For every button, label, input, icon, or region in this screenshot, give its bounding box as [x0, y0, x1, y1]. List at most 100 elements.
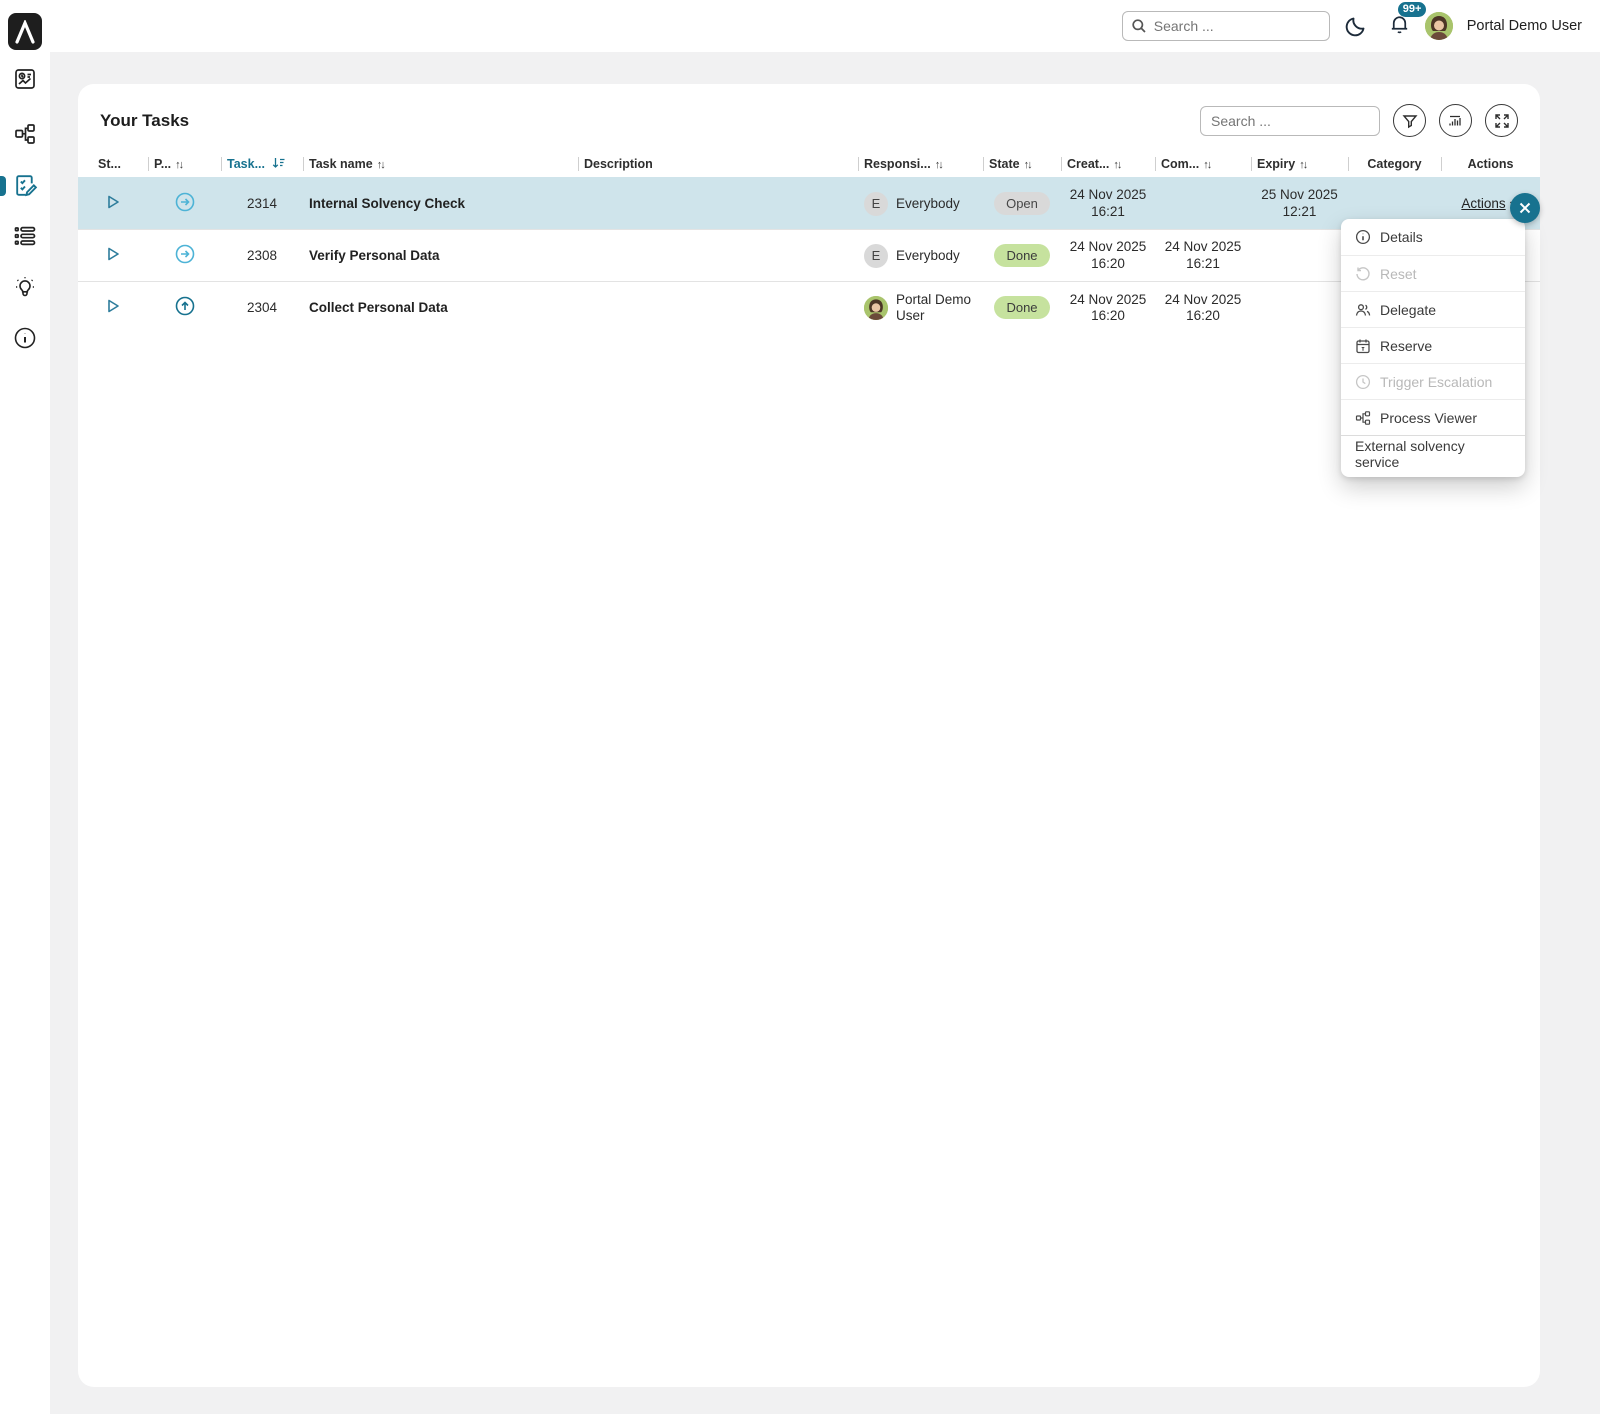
priority-normal-icon: [174, 191, 196, 213]
axon-ivy-logo[interactable]: [8, 13, 42, 50]
sort-icon: ↑↓: [1113, 159, 1120, 171]
responsible-avatar: [864, 296, 888, 320]
state-badge: Done: [994, 296, 1049, 319]
cases-icon: [12, 223, 38, 249]
sort-icon: ↑↓: [1299, 159, 1306, 171]
tasks-card: Your Tasks S: [78, 84, 1540, 1387]
user-avatar[interactable]: [1425, 12, 1453, 40]
table-row[interactable]: 2304 Collect Personal Data Portal Demo U…: [78, 282, 1540, 334]
expand-button[interactable]: [1485, 104, 1518, 137]
notifications-button[interactable]: 99+: [1388, 12, 1411, 41]
process-viewer-icon: [1355, 410, 1371, 426]
col-actions: Actions: [1441, 151, 1540, 178]
menu-item-external-solvency-service[interactable]: External solvency service: [1341, 435, 1525, 471]
task-name[interactable]: Verify Personal Data: [309, 248, 440, 263]
col-completed[interactable]: Com...↑↓: [1155, 151, 1251, 178]
sort-icon: ↑↓: [935, 159, 942, 171]
global-search-input[interactable]: [1122, 11, 1330, 41]
moon-icon: [1344, 14, 1368, 38]
created-date: 24 Nov 202516:20: [1067, 239, 1149, 271]
user-name[interactable]: Portal Demo User: [1467, 18, 1582, 34]
clock-icon: [1355, 374, 1371, 390]
col-status[interactable]: St...: [78, 151, 148, 178]
priority-cell: [148, 230, 221, 282]
col-task-name[interactable]: Task name↑↓: [303, 151, 578, 178]
created-date: 24 Nov 202516:21: [1067, 187, 1149, 219]
sidebar-item-tasks[interactable]: [0, 165, 50, 205]
task-name[interactable]: Internal Solvency Check: [309, 196, 465, 211]
task-number: 2308: [221, 230, 303, 282]
notification-count-badge: 99+: [1398, 2, 1427, 17]
task-responsible: E Everybody: [858, 230, 983, 282]
completed-date: 24 Nov 202516:20: [1161, 292, 1245, 324]
sidebar: [0, 0, 50, 1414]
menu-item-reserve[interactable]: Reserve: [1341, 327, 1525, 363]
sidebar-item-dashboard[interactable]: [0, 59, 50, 99]
col-description[interactable]: Description: [578, 151, 858, 178]
search-icon: [1131, 18, 1147, 39]
sort-icon: ↑↓: [1203, 159, 1210, 171]
task-number: 2314: [221, 178, 303, 230]
state-badge: Open: [994, 192, 1050, 215]
table-row[interactable]: 2314 Internal Solvency Check E Everybody…: [78, 178, 1540, 230]
play-icon: [104, 297, 122, 315]
task-number: 2304: [221, 282, 303, 334]
col-created[interactable]: Creat...↑↓: [1061, 151, 1155, 178]
delegate-icon: [1355, 302, 1371, 318]
task-name[interactable]: Collect Personal Data: [309, 300, 448, 315]
responsible-avatar: E: [864, 192, 888, 216]
start-task-button[interactable]: [78, 282, 148, 334]
col-priority[interactable]: P...↑↓: [148, 151, 221, 178]
play-icon: [104, 245, 122, 263]
info-circle-icon: [1355, 229, 1371, 245]
table-row[interactable]: 2308 Verify Personal Data E Everybody Do…: [78, 230, 1540, 282]
sort-desc-icon: [272, 157, 285, 169]
global-search: [1122, 11, 1330, 41]
play-icon: [104, 193, 122, 211]
col-category[interactable]: Category: [1348, 151, 1441, 178]
priority-cell: [148, 282, 221, 334]
tasks-icon: [12, 172, 39, 199]
close-menu-button[interactable]: [1510, 193, 1540, 223]
priority-high-icon: [174, 295, 196, 317]
task-description: [578, 178, 858, 230]
menu-item-process-viewer[interactable]: Process Viewer: [1341, 399, 1525, 435]
col-task-number[interactable]: Task...: [221, 151, 303, 178]
menu-item-details[interactable]: Details: [1341, 219, 1525, 255]
start-task-button[interactable]: [78, 178, 148, 230]
task-responsible: Portal Demo User: [858, 282, 983, 334]
sort-icon: ↑↓: [1024, 159, 1031, 171]
filter-icon: [1402, 113, 1418, 129]
state-badge: Done: [994, 244, 1049, 267]
task-description: [578, 230, 858, 282]
menu-item-delegate[interactable]: Delegate: [1341, 291, 1525, 327]
col-expiry[interactable]: Expiry↑↓: [1251, 151, 1348, 178]
filter-button[interactable]: [1393, 104, 1426, 137]
expiry-date: 25 Nov 202512:21: [1257, 187, 1342, 219]
reset-icon: [1355, 266, 1371, 282]
priority-normal-icon: [174, 243, 196, 265]
start-task-button[interactable]: [78, 230, 148, 282]
tasks-search-input[interactable]: [1200, 106, 1380, 136]
sidebar-item-processes[interactable]: [0, 114, 50, 154]
expand-icon: [1494, 113, 1510, 129]
dark-mode-toggle[interactable]: [1344, 14, 1368, 38]
dashboard-icon: [12, 66, 38, 92]
completed-date: 24 Nov 202516:21: [1161, 239, 1245, 271]
created-date: 24 Nov 202516:20: [1067, 292, 1149, 324]
sidebar-item-cases[interactable]: [0, 216, 50, 256]
info-icon: [12, 325, 38, 351]
tasks-table: St... P...↑↓ Task... Task name↑↓ Descrip…: [78, 151, 1540, 334]
col-state[interactable]: State↑↓: [983, 151, 1061, 178]
sort-icon: ↑↓: [175, 159, 182, 171]
sort-icon: ↑↓: [377, 159, 384, 171]
priority-cell: [148, 178, 221, 230]
col-responsible[interactable]: Responsi...↑↓: [858, 151, 983, 178]
sidebar-item-info[interactable]: [0, 318, 50, 358]
menu-item-reset: Reset: [1341, 255, 1525, 291]
task-description: [578, 282, 858, 334]
page-title: Your Tasks: [100, 111, 189, 131]
task-responsible: E Everybody: [858, 178, 983, 230]
sidebar-item-intelligence[interactable]: [0, 267, 50, 307]
chart-button[interactable]: [1439, 104, 1472, 137]
